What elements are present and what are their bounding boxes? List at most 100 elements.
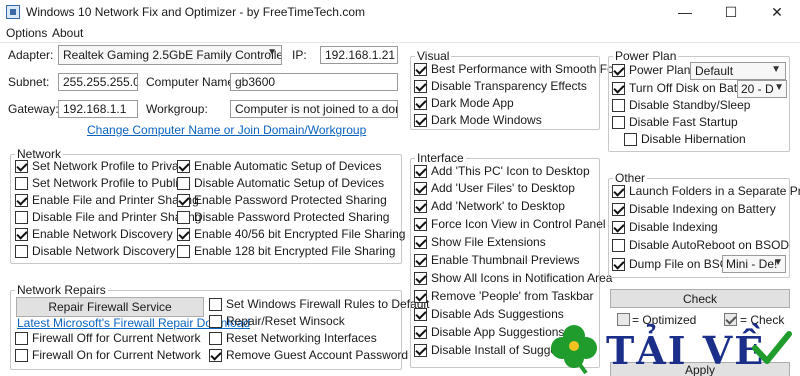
- checkbox-label: Disable Hibernation: [641, 132, 746, 146]
- checkbox-label: Disable App Suggestions: [431, 325, 565, 339]
- network-checkbox[interactable]: Disable Password Protected Sharing: [177, 209, 389, 225]
- checkbox-label: Repair/Reset Winsock: [226, 314, 345, 328]
- checkbox-label: Disable Network Discovery: [32, 244, 176, 258]
- checkbox-label: Show All Icons in Notification Area: [431, 271, 613, 285]
- repairs-checkbox[interactable]: Remove Guest Account Password: [209, 347, 408, 363]
- interface-checkbox[interactable]: Add 'Network' to Desktop: [414, 198, 565, 214]
- visual-checkbox[interactable]: Dark Mode Windows: [414, 112, 542, 128]
- checkbox-checked-icon: [612, 220, 625, 234]
- ip-field[interactable]: 192.168.1.21: [320, 46, 398, 64]
- network-checkbox[interactable]: Disable File and Printer Sharing: [15, 209, 201, 225]
- network-checkbox[interactable]: Set Network Profile to Private: [15, 158, 189, 174]
- watermark-text: TẢI VỀ: [606, 328, 766, 373]
- network-checkbox[interactable]: Enable 128 bit Encrypted File Sharing: [177, 243, 395, 259]
- network-checkbox[interactable]: Enable 40/56 bit Encrypted File Sharing: [177, 226, 405, 242]
- change-computer-name-link[interactable]: Change Computer Name or Join Domain/Work…: [87, 123, 366, 137]
- interface-checkbox[interactable]: Show All Icons in Notification Area: [414, 270, 612, 286]
- interface-checkbox[interactable]: Force Icon View in Control Panel: [414, 216, 606, 232]
- checkbox-checked-icon: [612, 257, 625, 271]
- other-checkbox[interactable]: Launch Folders in a Separate Process: [612, 183, 800, 199]
- checkbox-empty-icon: [612, 115, 625, 129]
- network-checkbox[interactable]: Set Network Profile to Public: [15, 175, 184, 191]
- checkbox-checked-icon: [209, 348, 222, 362]
- checkbox-label: Firewall Off for Current Network: [32, 331, 201, 345]
- network-checkbox[interactable]: Enable File and Printer Sharing: [15, 192, 199, 208]
- turn-off-disk-select[interactable]: 20 - D ▼: [737, 80, 787, 98]
- visual-checkbox[interactable]: Dark Mode App: [414, 95, 514, 111]
- checkbox-empty-icon: [177, 210, 190, 224]
- interface-checkbox[interactable]: Remove 'People' from Taskbar: [414, 288, 593, 304]
- gateway-field[interactable]: 192.168.1.1: [58, 100, 138, 118]
- other-checkbox[interactable]: Disable Indexing: [612, 219, 718, 235]
- network-checkbox[interactable]: Enable Password Protected Sharing: [177, 192, 387, 208]
- workgroup-label: Workgroup:: [146, 102, 208, 116]
- checkbox-label: Enable 40/56 bit Encrypted File Sharing: [194, 227, 406, 241]
- turn-off-disk-value: 20 - D: [741, 82, 774, 96]
- checkbox-checked-icon: [15, 227, 28, 241]
- repairs-checkbox[interactable]: Firewall Off for Current Network: [15, 330, 201, 346]
- checkbox-empty-icon: [209, 314, 222, 328]
- close-button[interactable]: ✕: [754, 0, 800, 24]
- maximize-button[interactable]: ☐: [708, 0, 754, 24]
- adapter-select[interactable]: Realtek Gaming 2.5GbE Family Controller …: [58, 45, 282, 65]
- checkbox-checked-icon: [15, 159, 28, 173]
- checkbox-label: Disable Standby/Sleep: [629, 98, 751, 112]
- menu-divider: [0, 42, 800, 43]
- menu-options[interactable]: Options: [6, 26, 47, 40]
- checkbox-empty-icon: [624, 132, 637, 146]
- network-checkbox[interactable]: Disable Network Discovery: [15, 243, 175, 259]
- checkbox-label: Enable Automatic Setup of Devices: [194, 159, 382, 173]
- other-checkbox[interactable]: Disable Indexing on Battery: [612, 201, 776, 217]
- repair-firewall-button[interactable]: Repair Firewall Service: [16, 297, 204, 317]
- menu-about[interactable]: About: [52, 26, 83, 40]
- computer-name-field[interactable]: gb3600: [230, 73, 398, 91]
- checkbox-checked-icon: [414, 235, 427, 249]
- workgroup-field[interactable]: Computer is not joined to a domain: [230, 100, 398, 118]
- subnet-field[interactable]: 255.255.255.0: [58, 73, 138, 91]
- checkbox-checked-icon: [414, 96, 427, 110]
- other-checkbox[interactable]: Disable AutoReboot on BSOD: [612, 237, 789, 253]
- standby-checkbox[interactable]: Disable Standby/Sleep: [612, 97, 750, 113]
- repairs-checkbox[interactable]: Repair/Reset Winsock: [209, 313, 345, 329]
- checkbox-checked-icon: [414, 113, 427, 127]
- repairs-checkbox[interactable]: Firewall On for Current Network: [15, 347, 201, 363]
- interface-checkbox[interactable]: Show File Extensions: [414, 234, 546, 250]
- dump-file-select[interactable]: Mini - De! ▼: [722, 255, 786, 273]
- network-checkbox[interactable]: Disable Automatic Setup of Devices: [177, 175, 384, 191]
- check-legend-label: = Check: [740, 313, 785, 327]
- fast-startup-checkbox[interactable]: Disable Fast Startup: [612, 114, 738, 130]
- interface-checkbox[interactable]: Add 'User Files' to Desktop: [414, 180, 575, 196]
- visual-checkbox[interactable]: Disable Transparency Effects: [414, 78, 587, 94]
- interface-checkbox[interactable]: Add 'This PC' Icon to Desktop: [414, 163, 590, 179]
- checkbox-checked-icon: [414, 325, 427, 339]
- network-repairs-title: Network Repairs: [15, 283, 108, 297]
- checkbox-label: Remove Guest Account Password: [226, 348, 409, 362]
- adapter-label: Adapter:: [8, 48, 54, 62]
- menu-bar: Options About: [0, 24, 800, 42]
- checkbox-empty-icon: [15, 348, 28, 362]
- repairs-checkbox[interactable]: Set Windows Firewall Rules to Default: [209, 296, 429, 312]
- network-checkbox[interactable]: Enable Automatic Setup of Devices: [177, 158, 381, 174]
- checkbox-label: Show File Extensions: [431, 235, 546, 249]
- minimize-button[interactable]: —: [662, 0, 708, 24]
- network-checkbox[interactable]: Enable Network Discovery: [15, 226, 173, 242]
- visual-checkbox[interactable]: Best Performance with Smooth Font: [414, 61, 624, 77]
- checkbox-label: Enable File and Printer Sharing: [32, 193, 199, 207]
- interface-checkbox[interactable]: Disable Ads Suggestions: [414, 306, 564, 322]
- check-button[interactable]: Check: [610, 289, 790, 308]
- check-legend-icon: [724, 313, 737, 326]
- hibernation-checkbox[interactable]: Disable Hibernation: [624, 131, 746, 147]
- app-icon: [6, 5, 20, 19]
- interface-checkbox[interactable]: Enable Thumbnail Previews: [414, 252, 580, 268]
- power-plan-select[interactable]: Default ▼: [690, 62, 786, 80]
- checkbox-empty-icon: [209, 331, 222, 345]
- checkbox-checked-icon: [414, 253, 427, 267]
- checkbox-label: Remove 'People' from Taskbar: [431, 289, 594, 303]
- checkbox-checked-icon: [414, 181, 427, 195]
- interface-checkbox[interactable]: Disable App Suggestions: [414, 324, 564, 340]
- repairs-checkbox[interactable]: Reset Networking Interfaces: [209, 330, 377, 346]
- chevron-down-icon: ▼: [267, 47, 277, 58]
- checkbox-label: Dark Mode App: [431, 96, 514, 110]
- checkbox-checked-icon: [177, 227, 190, 241]
- checkbox-checked-icon: [15, 193, 28, 207]
